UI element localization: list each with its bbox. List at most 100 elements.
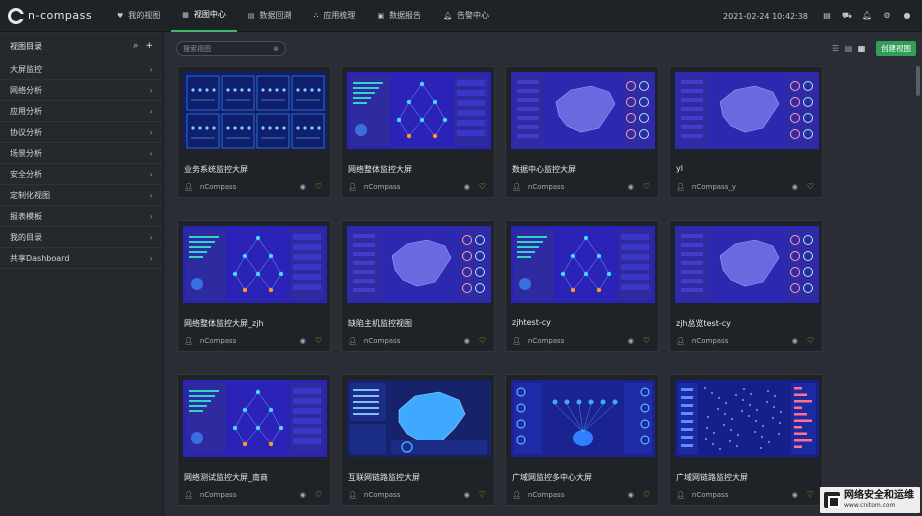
view-thumbnail[interactable] [675, 226, 819, 303]
view-card-title[interactable]: 业务系统监控大屏 [184, 164, 248, 175]
favorite-heart-icon[interactable]: ♡ [479, 182, 486, 191]
view-card-title[interactable]: 网络测试监控大屏_南商 [184, 472, 268, 483]
sidebar-item-label: 安全分析 [10, 169, 42, 179]
eye-icon[interactable]: ◉ [300, 337, 306, 345]
view-card-title[interactable]: zjh总览test-cy [676, 318, 731, 329]
search-icon[interactable]: ⊗ [273, 45, 279, 53]
view-card-title[interactable]: 互联网链路监控大屏 [348, 472, 420, 483]
sidebar-item[interactable]: 我的目录 › [0, 227, 163, 248]
eye-icon[interactable]: ◉ [792, 337, 798, 345]
favorite-heart-icon[interactable]: ♡ [315, 490, 322, 499]
sidebar-item[interactable]: 安全分析 › [0, 164, 163, 185]
view-thumbnail[interactable] [675, 72, 819, 149]
nav-tab[interactable]: ▣ 数据报告 [366, 0, 432, 32]
view-thumbnail[interactable] [511, 380, 655, 457]
view-card[interactable]: 广域网链路监控大屏 👤︎ nCompass ◉ ♡ [669, 374, 823, 506]
view-card-title[interactable]: 数据中心监控大屏 [512, 164, 576, 175]
app-logo[interactable]: n-compass [8, 7, 104, 24]
eye-icon[interactable]: ◉ [628, 183, 634, 191]
view-card-meta: 👤︎ nCompass ◉ ♡ [184, 182, 322, 191]
nav-tab[interactable]: ♥ 我的视图 [106, 0, 171, 32]
view-card[interactable]: 数据中心监控大屏 👤︎ nCompass ◉ ♡ [505, 66, 659, 198]
nav-tab[interactable]: ⛬ 应用梳理 [303, 0, 367, 32]
view-card-title[interactable]: 网络整体监控大屏_zjh [184, 318, 264, 329]
create-view-button[interactable]: 创建视图 [876, 41, 916, 56]
view-card[interactable]: 网络测试监控大屏_南商 👤︎ nCompass ◉ ♡ [177, 374, 331, 506]
view-card[interactable]: 业务系统监控大屏 👤︎ nCompass ◉ ♡ [177, 66, 331, 198]
view-thumbnail[interactable] [347, 72, 491, 149]
view-card-title[interactable]: 缺陷主机监控视图 [348, 318, 412, 329]
owner-label: nCompass [363, 336, 401, 345]
sidebar-item-label: 我的目录 [10, 232, 42, 242]
gear-icon[interactable]: ⚙ [882, 11, 892, 21]
favorite-heart-icon[interactable]: ♡ [315, 182, 322, 191]
favorite-heart-icon[interactable]: ♡ [479, 336, 486, 345]
favorite-heart-icon[interactable]: ♡ [643, 336, 650, 345]
view-thumbnail[interactable] [347, 226, 491, 303]
view-card-title[interactable]: yl [676, 164, 683, 173]
scrollbar[interactable] [916, 66, 920, 96]
favorite-heart-icon[interactable]: ♡ [643, 182, 650, 191]
sidebar-item-label: 应用分析 [10, 106, 42, 116]
view-thumbnail[interactable] [183, 226, 327, 303]
nav-tab[interactable]: ▤ 数据回溯 [237, 0, 303, 32]
notification-bell-icon[interactable]: 🔔︎ [862, 11, 872, 21]
view-card-title[interactable]: zjhtest-cy [512, 318, 551, 327]
sidebar-item[interactable]: 报表模板 › [0, 206, 163, 227]
sidebar-item[interactable]: 定制化视图 › [0, 185, 163, 206]
view-card-title[interactable]: 广域网监控多中心大屏 [512, 472, 592, 483]
eye-icon[interactable]: ◉ [464, 491, 470, 499]
user-icon: 👤︎ [184, 490, 193, 499]
view-card[interactable]: 缺陷主机监控视图 👤︎ nCompass ◉ ♡ [341, 220, 495, 352]
favorite-heart-icon[interactable]: ♡ [643, 490, 650, 499]
sidebar-item[interactable]: 共享Dashboard › [0, 248, 163, 269]
menu-icon[interactable]: ▤ [822, 11, 832, 21]
eye-icon[interactable]: ◉ [300, 183, 306, 191]
sidebar-item[interactable]: 大屏监控 › [0, 59, 163, 80]
view-thumbnail[interactable] [183, 72, 327, 149]
user-icon[interactable]: ● [902, 11, 912, 21]
sidebar-item[interactable]: 应用分析 › [0, 101, 163, 122]
search-input[interactable] [183, 44, 267, 53]
favorite-heart-icon[interactable]: ♡ [807, 490, 814, 499]
eye-icon[interactable]: ◉ [628, 491, 634, 499]
view-card[interactable]: zjh总览test-cy 👤︎ nCompass ◉ ♡ [669, 220, 823, 352]
favorite-heart-icon[interactable]: ♡ [807, 182, 814, 191]
grid-view-icon[interactable]: ▦ [857, 44, 866, 53]
view-card[interactable]: 网络整体监控大屏_zjh 👤︎ nCompass ◉ ♡ [177, 220, 331, 352]
eye-icon[interactable]: ◉ [792, 491, 798, 499]
eye-icon[interactable]: ◉ [464, 337, 470, 345]
favorite-heart-icon[interactable]: ♡ [315, 336, 322, 345]
view-card[interactable]: zjhtest-cy 👤︎ nCompass ◉ ♡ [505, 220, 659, 352]
view-thumbnail[interactable] [511, 226, 655, 303]
view-card[interactable]: 广域网监控多中心大屏 👤︎ nCompass ◉ ♡ [505, 374, 659, 506]
add-icon[interactable]: + [145, 41, 153, 51]
view-thumbnail[interactable] [183, 380, 327, 457]
sidebar-item[interactable]: 协议分析 › [0, 122, 163, 143]
view-thumbnail[interactable] [347, 380, 491, 457]
eye-icon[interactable]: ◉ [464, 183, 470, 191]
view-thumbnail[interactable] [511, 72, 655, 149]
search-icon[interactable]: ⌕ [133, 41, 138, 51]
owner-label: nCompass [363, 490, 401, 499]
view-search-box[interactable]: ⊗ [176, 41, 286, 56]
eye-icon[interactable]: ◉ [300, 491, 306, 499]
view-card-title[interactable]: 网络整体监控大屏 [348, 164, 412, 175]
favorite-heart-icon[interactable]: ♡ [479, 490, 486, 499]
user-icon: 👤︎ [676, 490, 685, 499]
sidebar-item[interactable]: 场景分析 › [0, 143, 163, 164]
car-icon[interactable]: ⛟ [842, 11, 852, 21]
view-card[interactable]: 互联网链路监控大屏 👤︎ nCompass ◉ ♡ [341, 374, 495, 506]
view-card-title[interactable]: 广域网链路监控大屏 [676, 472, 748, 483]
eye-icon[interactable]: ◉ [628, 337, 634, 345]
view-thumbnail[interactable] [675, 380, 819, 457]
view-card[interactable]: yl 👤︎ nCompass_y ◉ ♡ [669, 66, 823, 198]
sidebar-item[interactable]: 网络分析 › [0, 80, 163, 101]
favorite-heart-icon[interactable]: ♡ [807, 336, 814, 345]
view-card[interactable]: 网络整体监控大屏 👤︎ nCompass ◉ ♡ [341, 66, 495, 198]
list-view-icon[interactable]: ☰ [831, 44, 840, 53]
nav-tab[interactable]: 🔔︎ 告警中心 [432, 0, 500, 32]
nav-tab[interactable]: ▦ 视图中心 [171, 0, 237, 32]
detail-view-icon[interactable]: ▤ [844, 44, 853, 53]
eye-icon[interactable]: ◉ [792, 183, 798, 191]
